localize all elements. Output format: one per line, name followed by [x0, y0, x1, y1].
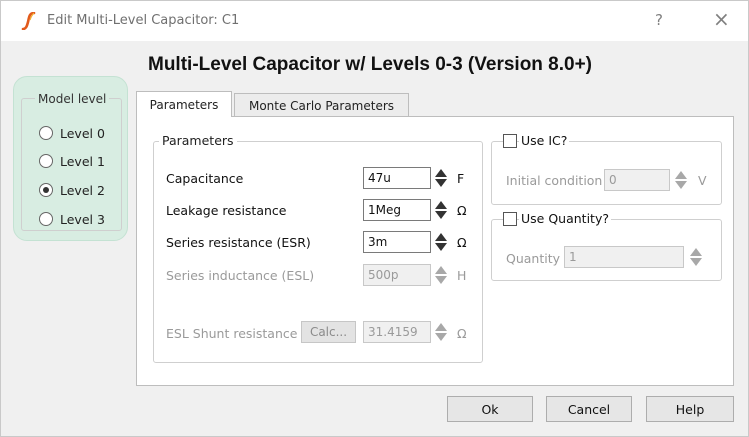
calc-button[interactable]: Calc... — [301, 321, 356, 343]
tab-monte-carlo-parameters[interactable]: Monte Carlo Parameters — [234, 93, 409, 117]
series-inductance-label: Series inductance (ESL) — [166, 268, 315, 283]
esl-shunt-resistance-label: ESL Shunt resistance — [166, 326, 298, 341]
help-button[interactable]: Help — [646, 396, 734, 422]
spin-arrows-icon[interactable] — [674, 170, 688, 190]
quantity-label: Quantity — [506, 251, 561, 266]
series-resistance-label: Series resistance (ESR) — [166, 235, 311, 250]
radio-label: Level 2 — [60, 182, 105, 198]
esl-shunt-resistance-unit: Ω — [457, 326, 467, 341]
quantity-input[interactable]: 1 — [564, 246, 684, 268]
capacitance-label: Capacitance — [166, 171, 244, 186]
dialog-heading: Multi-Level Capacitor w/ Levels 0-3 (Ver… — [148, 54, 593, 75]
spin-arrows-icon[interactable] — [434, 322, 448, 342]
initial-condition-input[interactable]: 0 — [604, 169, 670, 191]
ok-button[interactable]: Ok — [447, 396, 533, 422]
radio-button[interactable] — [39, 212, 53, 226]
series-resistance-input[interactable]: 3m — [363, 231, 431, 253]
capacitance-input[interactable]: 47u — [363, 167, 431, 189]
radio-level-2[interactable]: Level 2 — [39, 181, 105, 199]
radio-label: Level 0 — [60, 125, 105, 141]
initial-condition-unit: V — [698, 173, 707, 188]
title-bar: Edit Multi-Level Capacitor: C1 ? × — [1, 1, 748, 41]
parameters-group-title: Parameters — [159, 133, 237, 148]
leakage-resistance-unit: Ω — [457, 203, 467, 218]
close-button[interactable]: × — [713, 7, 730, 31]
series-resistance-unit: Ω — [457, 235, 467, 250]
use-quantity-checkbox[interactable] — [503, 212, 517, 226]
radio-level-0[interactable]: Level 0 — [39, 124, 105, 142]
radio-level-1[interactable]: Level 1 — [39, 152, 105, 170]
esl-shunt-resistance-input[interactable]: 31.4159 — [363, 321, 431, 343]
capacitance-unit: F — [457, 171, 465, 186]
app-logo-icon — [21, 12, 36, 30]
window-title: Edit Multi-Level Capacitor: C1 — [47, 13, 240, 28]
spin-arrows-icon[interactable] — [689, 247, 703, 267]
help-title-button[interactable]: ? — [655, 11, 663, 29]
leakage-resistance-input[interactable]: 1Meg — [363, 199, 431, 221]
use-ic-label: Use IC? — [519, 133, 570, 148]
radio-label: Level 1 — [60, 153, 105, 169]
initial-condition-label: Initial condition — [506, 173, 603, 188]
spin-arrows-icon[interactable] — [434, 265, 448, 285]
use-ic-checkbox[interactable] — [503, 134, 517, 148]
dialog-window: Edit Multi-Level Capacitor: C1 ? × Multi… — [0, 0, 749, 437]
spin-arrows-icon[interactable] — [434, 168, 448, 188]
spin-arrows-icon[interactable] — [434, 200, 448, 220]
radio-label: Level 3 — [60, 211, 105, 227]
radio-level-3[interactable]: Level 3 — [39, 210, 105, 228]
model-level-title: Model level — [35, 92, 110, 106]
series-inductance-unit: H — [457, 268, 467, 283]
tab-parameters[interactable]: Parameters — [136, 91, 232, 117]
cancel-button[interactable]: Cancel — [546, 396, 632, 422]
leakage-resistance-label: Leakage resistance — [166, 203, 287, 218]
radio-button[interactable] — [39, 154, 53, 168]
spin-arrows-icon[interactable] — [434, 232, 448, 252]
radio-button[interactable] — [39, 126, 53, 140]
use-quantity-label: Use Quantity? — [519, 211, 611, 226]
radio-button-selected[interactable] — [39, 183, 53, 197]
series-inductance-input[interactable]: 500p — [363, 264, 431, 286]
